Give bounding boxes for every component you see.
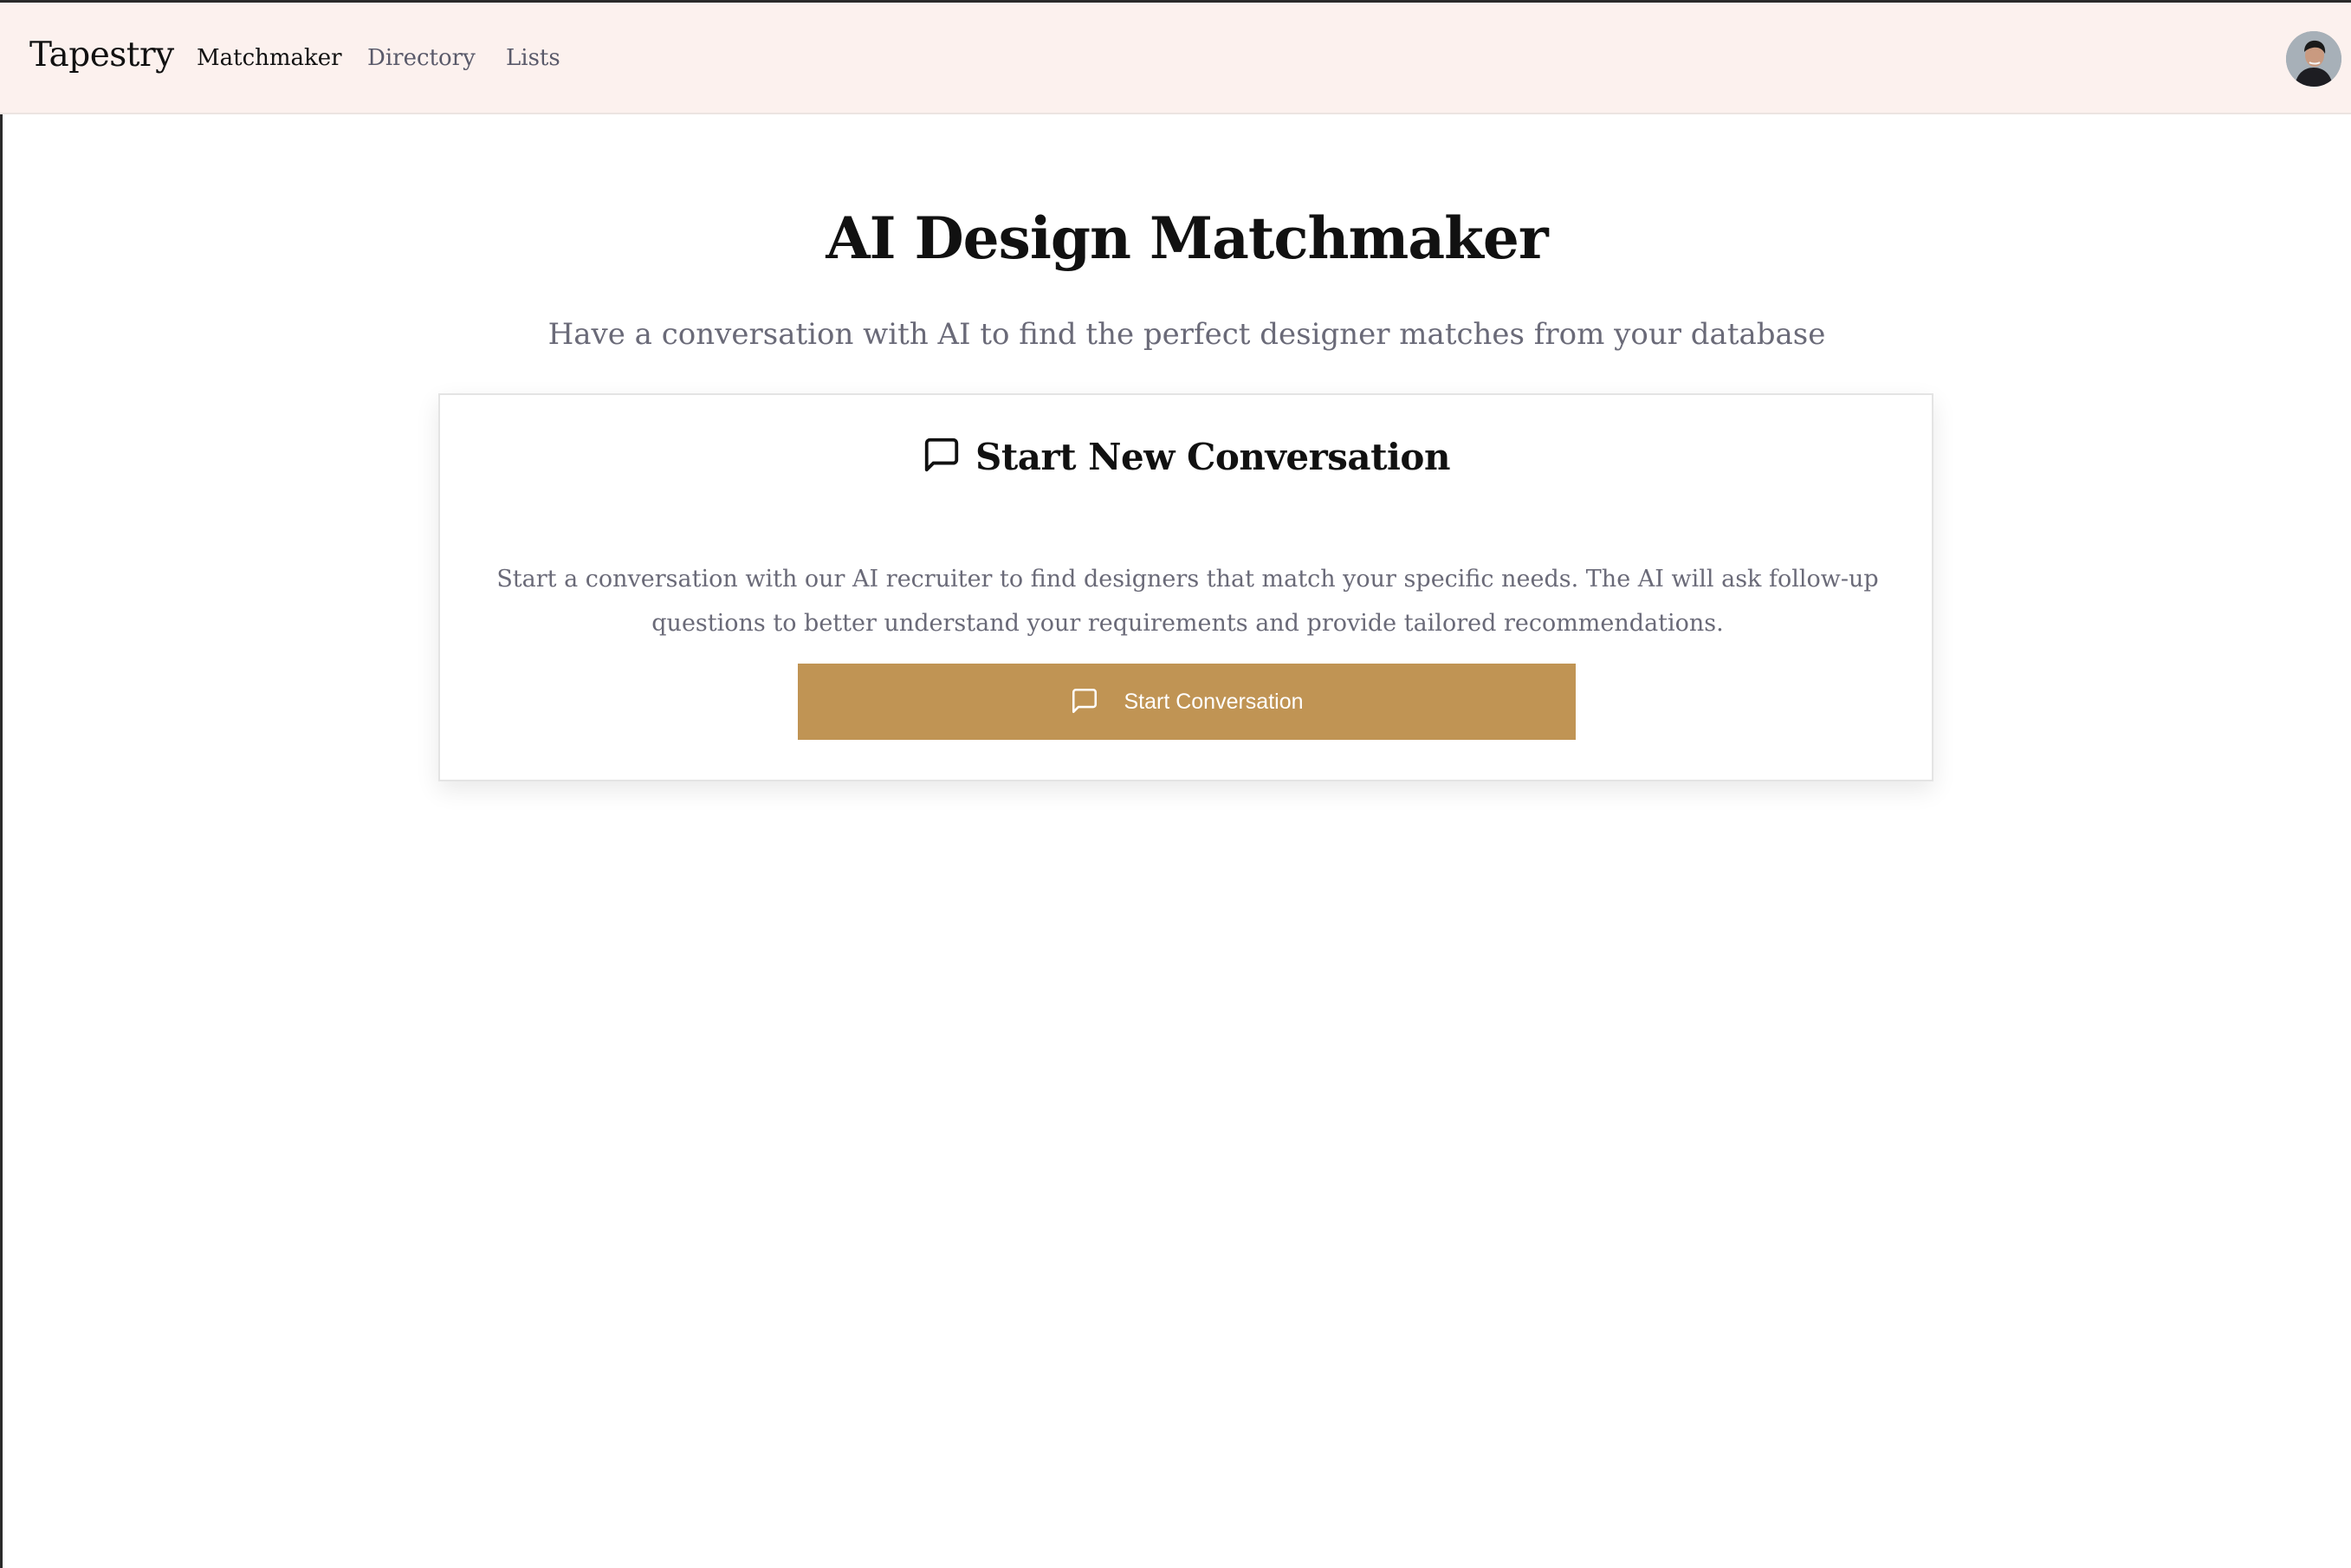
user-avatar[interactable] xyxy=(2286,31,2341,87)
avatar-image xyxy=(2286,31,2341,87)
start-conversation-label: Start Conversation xyxy=(1124,689,1304,714)
page-title: AI Design Matchmaker xyxy=(826,204,1548,273)
nav-link-matchmaker[interactable]: Matchmaker xyxy=(197,45,342,71)
page-subtitle: Have a conversation with AI to find the … xyxy=(547,317,1826,352)
start-conversation-card: Start New Conversation Start a conversat… xyxy=(438,393,1933,781)
nav-link-directory[interactable]: Directory xyxy=(367,45,476,71)
brand-logo[interactable]: Tapestry xyxy=(29,36,174,75)
nav-link-lists[interactable]: Lists xyxy=(506,45,560,71)
message-square-icon xyxy=(1070,686,1099,718)
card-title: Start New Conversation xyxy=(975,435,1450,478)
message-square-icon xyxy=(922,435,962,478)
start-conversation-button[interactable]: Start Conversation xyxy=(798,664,1576,740)
card-description: Start a conversation with our AI recruit… xyxy=(496,566,1879,637)
card-header: Start New Conversation xyxy=(440,435,1932,478)
top-navbar: Tapestry Matchmaker Directory Lists xyxy=(0,3,2351,114)
